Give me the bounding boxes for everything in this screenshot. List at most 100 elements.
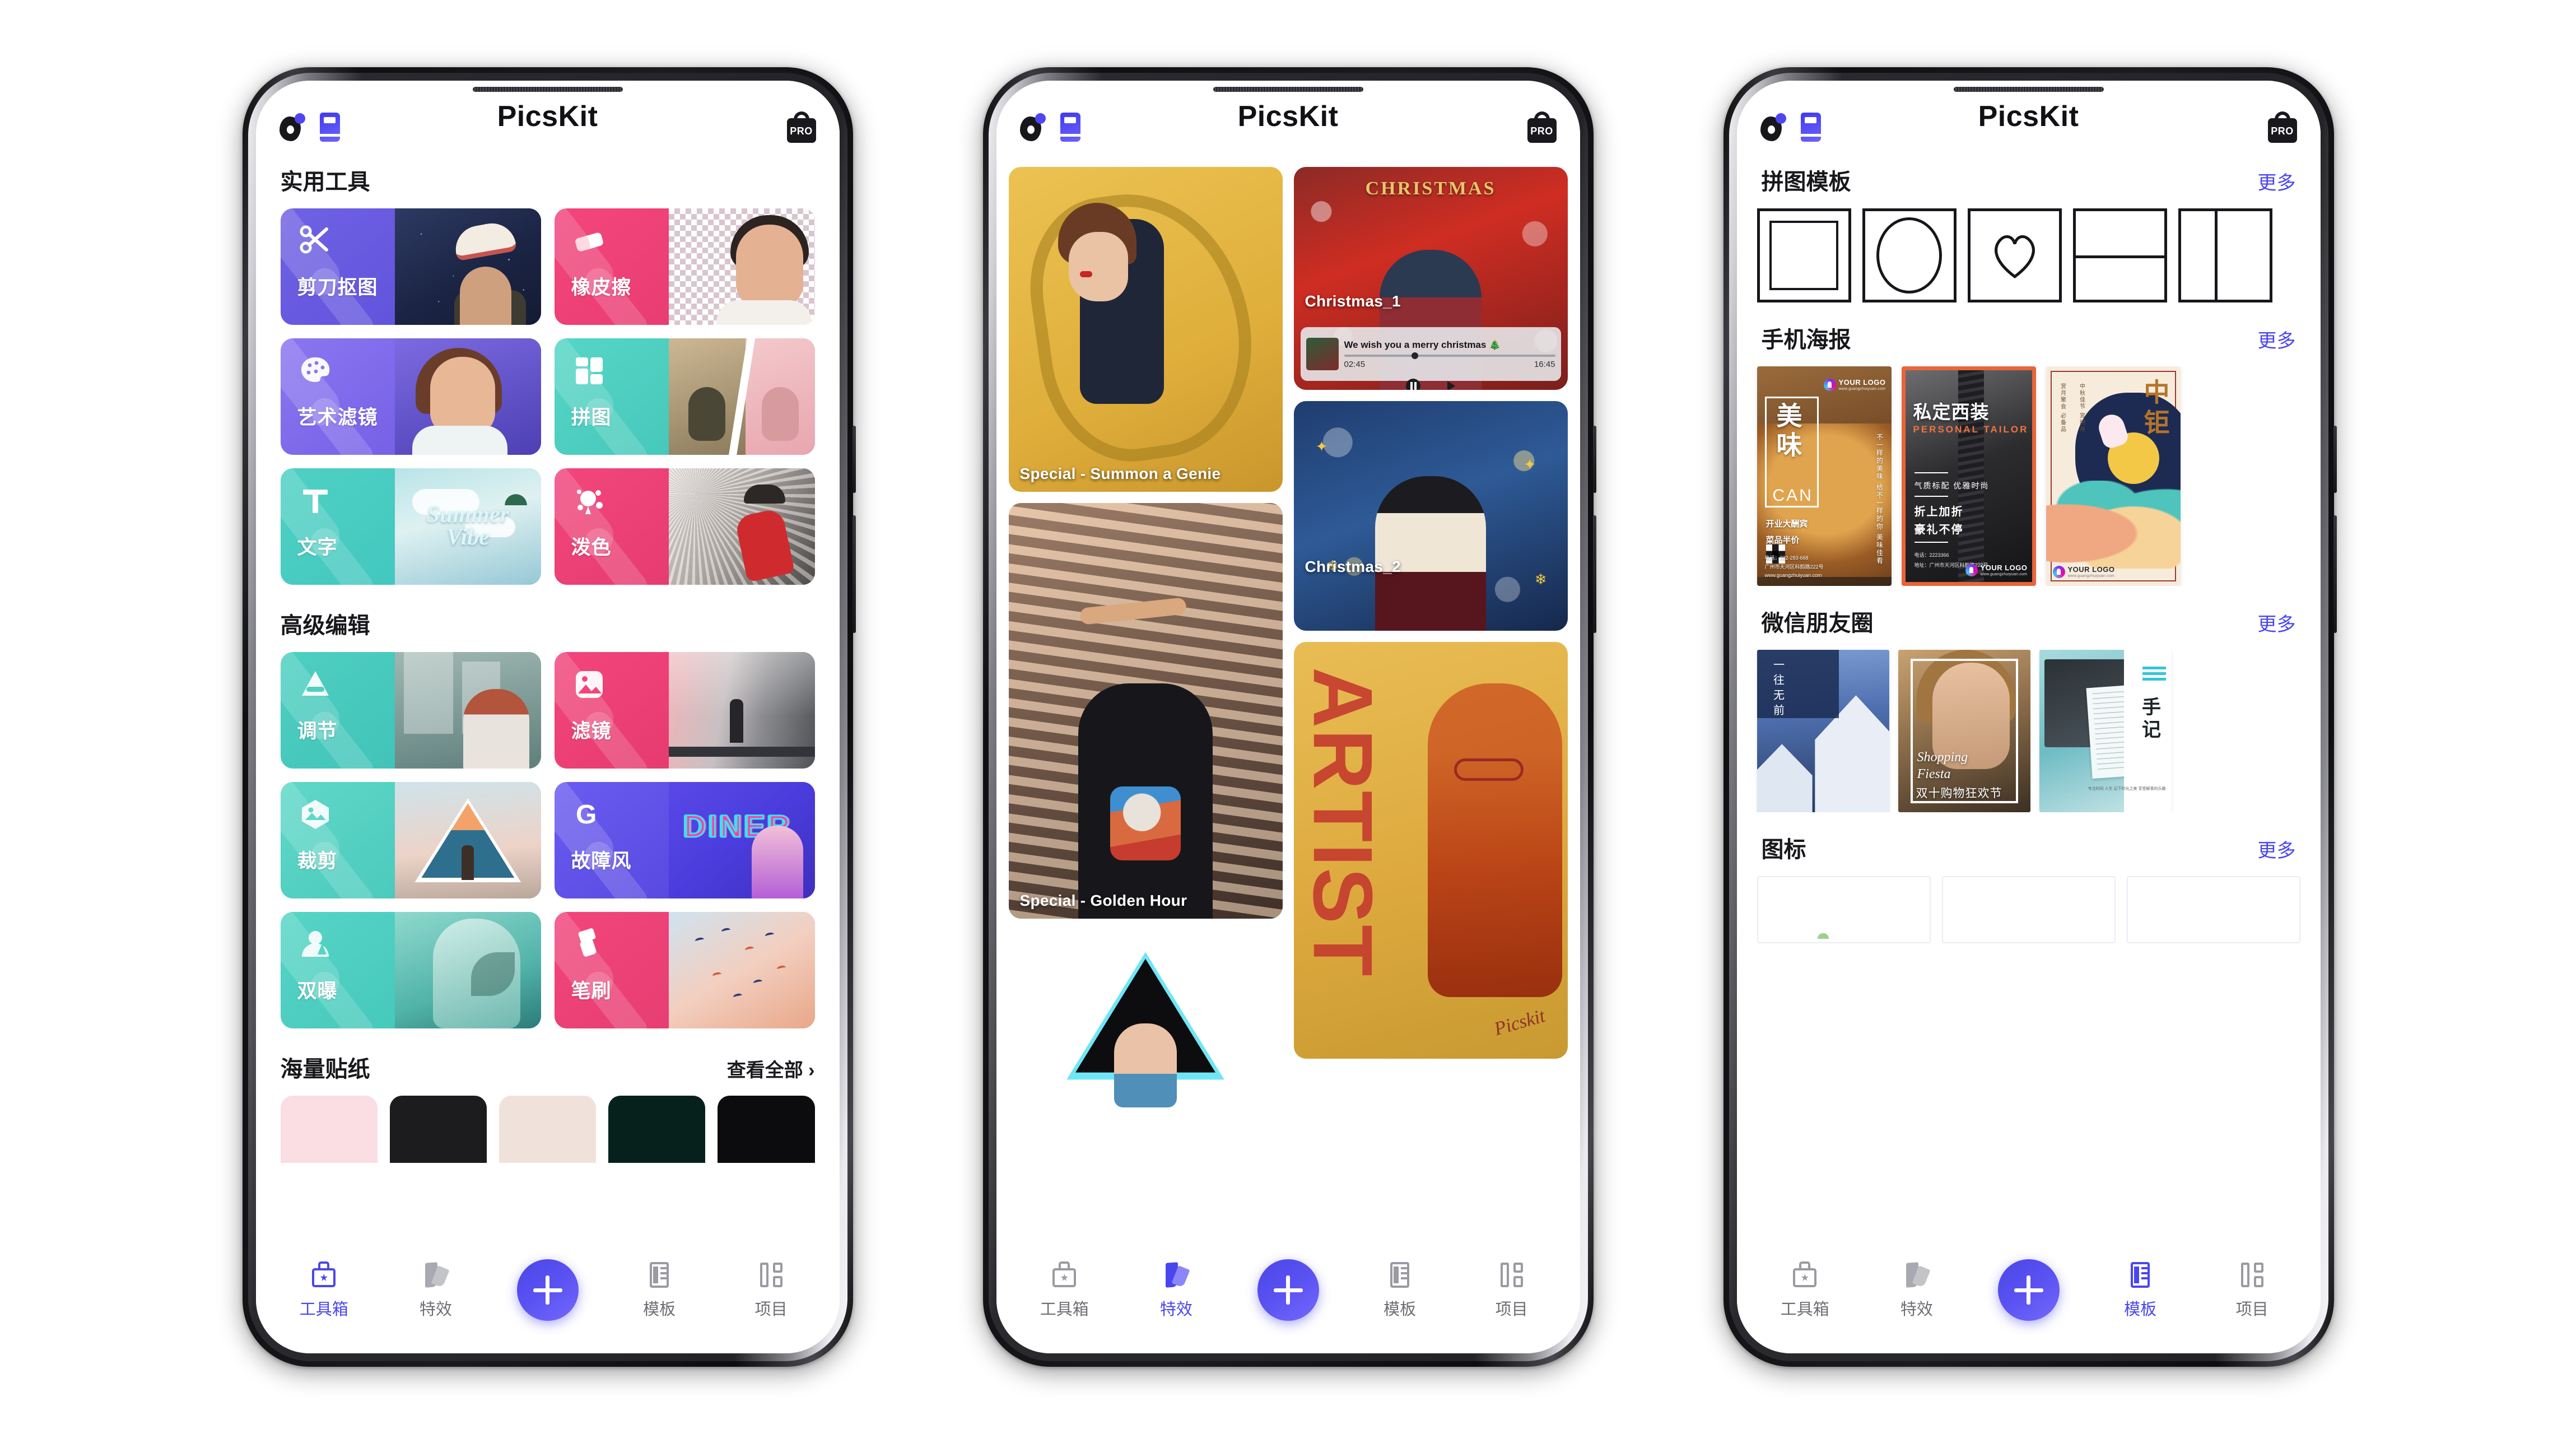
splash-icon bbox=[571, 483, 608, 520]
phone-volume-button[interactable] bbox=[2333, 515, 2337, 633]
avatar-icon[interactable] bbox=[1760, 113, 1786, 141]
tool-card-eraser[interactable]: 橡皮擦 bbox=[554, 208, 815, 325]
wechat-card-house[interactable]: 一往无前 bbox=[1757, 650, 1889, 812]
sticker-thumb[interactable] bbox=[280, 1096, 378, 1163]
collage-template-row[interactable] bbox=[1737, 208, 2321, 302]
create-new-button[interactable] bbox=[516, 1259, 579, 1321]
poster-midautumn[interactable]: 中钜 赏月聚会 必备品 中秋佳节 赏明月 YOUR LOGO www.guang… bbox=[2046, 366, 2181, 586]
phone-side-button[interactable] bbox=[852, 426, 856, 493]
book-icon[interactable] bbox=[1800, 113, 1821, 142]
text-t-icon bbox=[297, 483, 334, 520]
pro-bag-icon[interactable]: PRO bbox=[1527, 111, 1557, 143]
phone-volume-button[interactable] bbox=[852, 515, 856, 633]
collage-template-vsplit[interactable] bbox=[2178, 208, 2272, 302]
pause-icon[interactable] bbox=[1406, 379, 1420, 390]
effect-card-artist[interactable]: ARTIST Picskit bbox=[1293, 642, 1568, 1059]
tab-effects[interactable]: 特效 bbox=[1864, 1260, 1970, 1320]
tool-card-cutout[interactable]: 剪刀抠图 bbox=[280, 208, 541, 325]
section-header-collage: 拼图模板 更多 bbox=[1737, 164, 2321, 196]
contact-site: www.guangzhuiyuan.com bbox=[1764, 572, 1822, 579]
view-all-link[interactable]: 查看全部 › bbox=[727, 1055, 815, 1082]
tool-label: 双曝 bbox=[297, 980, 338, 1002]
more-link[interactable]: 更多 bbox=[2258, 609, 2296, 636]
section-title: 图标 bbox=[1761, 837, 1806, 862]
tool-card-color-splash[interactable]: 泼色 bbox=[554, 468, 815, 585]
sticker-thumb[interactable] bbox=[389, 1096, 487, 1163]
pro-bag-icon[interactable]: PRO bbox=[2267, 111, 2297, 143]
sticker-thumb[interactable] bbox=[608, 1096, 706, 1163]
fast-forward-icon[interactable] bbox=[1447, 381, 1455, 390]
wechat-card-text: 手记 bbox=[2139, 697, 2160, 742]
book-icon[interactable] bbox=[319, 113, 340, 142]
tool-card-adjust[interactable]: 调节 bbox=[280, 652, 541, 769]
phone-side-button[interactable] bbox=[2333, 426, 2337, 493]
tool-card-art-filter[interactable]: 艺术滤镜 bbox=[280, 338, 541, 455]
effect-card-genie[interactable]: Special - Summon a Genie bbox=[1008, 167, 1283, 492]
poster-side-text: 不一样的美味 给不一样的你 美味佳肴 bbox=[1875, 434, 1884, 565]
sticker-thumb[interactable] bbox=[499, 1096, 597, 1163]
phone-side-button[interactable] bbox=[1592, 426, 1596, 493]
poster-suit[interactable]: 私定西装 PERSONAL TAILOR 气质标配 优雅时尚 折上加折 豪礼不停… bbox=[1901, 366, 2036, 586]
progress-slider[interactable] bbox=[1344, 352, 1555, 359]
promo-line-2: 豪礼不停 bbox=[1914, 524, 1964, 536]
tool-label: 故障风 bbox=[571, 850, 632, 872]
collage-template-rectangle[interactable] bbox=[1757, 208, 1851, 302]
create-new-button[interactable] bbox=[1997, 1259, 2060, 1321]
wechat-moments-row[interactable]: 一往无前 Shopping Fiesta 双十购物狂欢节 手记 专注时间 人生 … bbox=[1737, 650, 2321, 812]
poster-food[interactable]: 美味 CAN 不一样的美味 给不一样的你 美味佳肴 YOUR LOGO www.… bbox=[1757, 366, 1892, 586]
book-icon[interactable] bbox=[1060, 113, 1080, 142]
more-link[interactable]: 更多 bbox=[2258, 167, 2296, 195]
create-new-button[interactable] bbox=[1257, 1259, 1319, 1321]
utility-tools-grid: 剪刀抠图 橡皮擦 艺术滤镜 拼图 文字 Summer Vibe 泼色 bbox=[256, 208, 840, 585]
effect-card-golden-hour[interactable]: Special - Golden Hour bbox=[1008, 503, 1283, 919]
tab-template[interactable]: 模板 bbox=[1347, 1260, 1453, 1320]
tab-toolbox[interactable]: 工具箱 bbox=[271, 1260, 377, 1320]
icon-template-cell[interactable] bbox=[2126, 876, 2300, 943]
effect-card-christmas-2[interactable]: ✦ ✦ ❄ ❄ Christmas_2 bbox=[1293, 401, 1568, 631]
tab-project[interactable]: 项目 bbox=[1459, 1260, 1565, 1320]
tab-template[interactable]: 模板 bbox=[606, 1260, 712, 1320]
tab-project[interactable]: 项目 bbox=[2199, 1260, 2305, 1320]
tool-card-double-exposure[interactable]: 双曝 bbox=[280, 912, 541, 1028]
phone-2-content[interactable]: Special - Summon a Genie Special - Golde… bbox=[996, 155, 1580, 1248]
tab-effects[interactable]: 特效 bbox=[1123, 1260, 1229, 1320]
wechat-card-shopping[interactable]: Shopping Fiesta 双十购物狂欢节 bbox=[1898, 650, 2030, 812]
toolbox-icon bbox=[310, 1260, 338, 1289]
tab-project[interactable]: 项目 bbox=[718, 1260, 824, 1320]
tab-toolbox[interactable]: 工具箱 bbox=[1011, 1260, 1117, 1320]
template-icon bbox=[2126, 1260, 2154, 1289]
tool-card-brush[interactable]: 笔刷 bbox=[554, 912, 815, 1028]
icon-template-cell[interactable] bbox=[1941, 876, 2116, 943]
tab-toolbox[interactable]: 工具箱 bbox=[1752, 1260, 1858, 1320]
effect-card-christmas-1[interactable]: CHRISTMAS We wish you a merry christmas … bbox=[1293, 167, 1568, 390]
effect-card-neon-triangle[interactable] bbox=[1008, 930, 1283, 1115]
tool-card-text[interactable]: 文字 Summer Vibe bbox=[280, 468, 541, 585]
phone-1-content[interactable]: 实用工具 剪刀抠图 橡皮擦 艺术滤镜 拼图 文字 Summer Vibe 泼色 … bbox=[256, 155, 840, 1248]
tab-effects[interactable]: 特效 bbox=[383, 1260, 489, 1320]
collage-template-oval[interactable] bbox=[1862, 208, 1957, 302]
avatar-icon[interactable] bbox=[279, 113, 305, 141]
tool-label: 调节 bbox=[297, 720, 338, 742]
tool-card-collage[interactable]: 拼图 bbox=[554, 338, 815, 455]
pro-bag-icon[interactable]: PRO bbox=[786, 111, 816, 143]
tab-label: 工具箱 bbox=[1040, 1301, 1089, 1319]
poster-row[interactable]: 美味 CAN 不一样的美味 给不一样的你 美味佳肴 YOUR LOGO www.… bbox=[1737, 366, 2321, 586]
tool-card-glitch[interactable]: G 故障风 DINER bbox=[554, 782, 815, 898]
sticker-strip[interactable] bbox=[256, 1096, 840, 1163]
tab-template[interactable]: 模板 bbox=[2087, 1260, 2193, 1320]
tool-card-crop[interactable]: 裁剪 bbox=[280, 782, 541, 898]
phone-volume-button[interactable] bbox=[1592, 515, 1596, 633]
music-player-overlay[interactable]: We wish you a merry christmas 🎄 02:45 16… bbox=[1300, 327, 1561, 390]
icon-template-cell[interactable] bbox=[1757, 876, 1931, 943]
collage-template-hsplit[interactable] bbox=[2072, 208, 2167, 302]
phone-3-content[interactable]: 拼图模板 更多 手机海报 更多 美味 CAN 不一样的美味 给不一样的你 美味佳… bbox=[1737, 155, 2321, 1248]
tool-card-filter[interactable]: 滤镜 bbox=[554, 652, 815, 769]
avatar-icon[interactable] bbox=[1019, 113, 1046, 141]
collage-template-heart[interactable] bbox=[1967, 208, 2062, 302]
sticker-thumb[interactable] bbox=[718, 1096, 815, 1163]
more-link[interactable]: 更多 bbox=[2258, 325, 2296, 353]
phone-2-effects: PicsKit PRO Special - Summon a Genie Spe… bbox=[982, 67, 1596, 1367]
wechat-card-note[interactable]: 手记 专注时间 人生 记下时光之美 享受解事的乐趣 bbox=[2039, 650, 2172, 812]
icon-template-row[interactable] bbox=[1737, 876, 2321, 943]
more-link[interactable]: 更多 bbox=[2258, 835, 2296, 863]
